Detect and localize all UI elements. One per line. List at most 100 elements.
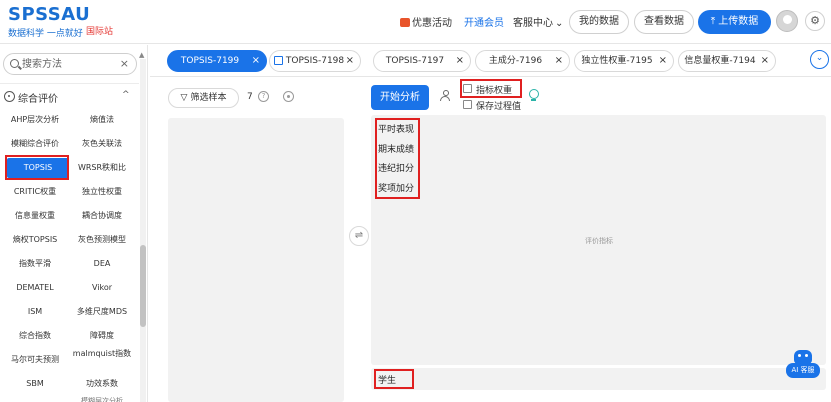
category-label: 综合评价 (18, 94, 58, 105)
method-item[interactable]: 熵值法 (71, 110, 133, 130)
upload-data-button[interactable]: ⤒ 上传数据 (698, 10, 771, 34)
category-icon (4, 91, 15, 102)
indicator-item[interactable]: 违纪扣分 (378, 161, 414, 174)
method-item[interactable]: 马尔可夫预测 (4, 350, 66, 370)
tab-topsis-7198[interactable]: TOPSIS-7198 × (269, 50, 361, 72)
indicator-item[interactable]: 期末成绩 (378, 142, 414, 155)
international-site-link[interactable]: 国际站 (86, 24, 113, 37)
service-label: 客服中心 (513, 18, 553, 29)
indicator-weight-checkbox[interactable] (463, 84, 472, 93)
close-icon[interactable]: × (761, 51, 769, 71)
method-item[interactable]: SBM (4, 374, 66, 394)
close-icon[interactable]: × (252, 51, 260, 71)
tab-pca-7196[interactable]: 主成分-7196 × (475, 50, 570, 72)
sample-name-panel[interactable] (371, 368, 826, 390)
tab-topsis-7197[interactable]: TOPSIS-7197 × (373, 50, 471, 72)
method-item[interactable]: 信息量权重 (4, 206, 66, 226)
promo-link[interactable]: 优惠活动 (400, 14, 452, 29)
scroll-up-icon[interactable]: ▲ (139, 51, 144, 59)
membership-link[interactable]: 开通会员 (464, 14, 504, 29)
close-icon[interactable]: × (456, 51, 464, 71)
ai-support-label: AI 客服 (786, 363, 820, 378)
indicator-placeholder: 评价指标 (585, 237, 613, 245)
view-data-button[interactable]: 查看数据 (634, 10, 694, 34)
tab-label: 主成分-7196 (488, 56, 543, 66)
indicator-item[interactable]: 平时表现 (378, 122, 414, 135)
method-item[interactable]: 灰色预测模型 (71, 230, 133, 250)
filter-sample-button[interactable]: ▽ 筛选样本 (168, 88, 239, 108)
funnel-icon: ▽ (180, 93, 188, 103)
divider (0, 83, 139, 84)
indicator-weight-label: 指标权重 (476, 86, 513, 96)
robot-icon (794, 350, 812, 364)
help-icon[interactable]: ? (258, 91, 269, 102)
close-icon[interactable]: × (346, 51, 354, 71)
top-header: SPSSAU 数据科学 一点就好 国际站 优惠活动 开通会员 客服中心 ⌄ 我的数… (0, 0, 831, 44)
tab-info-weight-7194[interactable]: 信息量权重-7194 × (678, 50, 776, 72)
method-item[interactable]: malmquist指数 (71, 348, 133, 372)
method-item[interactable]: DEA (71, 254, 133, 274)
method-item[interactable]: 多维尺度MDS (71, 302, 133, 322)
method-item[interactable]: 独立性权重 (71, 182, 133, 202)
swap-icon[interactable]: ⇌ (349, 226, 369, 246)
chevron-down-icon: ⌄ (555, 18, 564, 29)
tab-topsis-7199[interactable]: TOPSIS-7199 × (167, 50, 267, 72)
method-item[interactable]: 功效系数 (71, 374, 133, 394)
tab-label: TOPSIS-7197 (385, 56, 445, 66)
method-item[interactable]: CRITIC权重 (4, 182, 66, 202)
sidebar: × ▲ 综合评价 ^ AHP层次分析 熵值法 模糊综合评价 灰色关联法 TOPS… (0, 45, 148, 402)
app-root: SPSSAU 数据科学 一点就好 国际站 优惠活动 开通会员 客服中心 ⌄ 我的数… (0, 0, 831, 402)
upload-label: 上传数据 (718, 16, 759, 27)
my-data-button[interactable]: 我的数据 (569, 10, 629, 34)
close-icon[interactable]: × (555, 51, 563, 71)
service-center-menu[interactable]: 客服中心 ⌄ (513, 14, 563, 29)
chevron-down-icon[interactable]: ⌄ (810, 50, 829, 69)
tab-bar: TOPSIS-7199 × TOPSIS-7198 × TOPSIS-7197 … (150, 45, 831, 77)
lightbulb-icon[interactable] (528, 89, 539, 101)
method-item-selected[interactable]: TOPSIS (7, 158, 69, 178)
sample-count: 7 (247, 92, 253, 102)
method-item[interactable]: 耦合协调度 (71, 206, 133, 226)
sidebar-scroll-thumb[interactable] (140, 245, 146, 327)
search-icon (10, 59, 19, 68)
method-item[interactable]: 熵权TOPSIS (4, 230, 66, 250)
method-item[interactable]: 模糊综合评价 (4, 134, 66, 154)
tab-label: TOPSIS-7198 (285, 56, 345, 66)
method-item[interactable]: AHP层次分析 (4, 110, 66, 130)
gear-icon[interactable]: ⚙ (805, 11, 825, 31)
tab-label: TOPSIS-7199 (180, 56, 240, 66)
person-icon[interactable] (440, 90, 450, 101)
method-item[interactable]: 综合指数 (4, 326, 66, 346)
tab-independence-weight-7195[interactable]: 独立性权重-7195 × (574, 50, 674, 72)
method-item[interactable]: 灰色关联法 (71, 134, 133, 154)
save-process-label: 保存过程值 (476, 102, 522, 112)
method-item[interactable]: 障碍度 (71, 326, 133, 346)
indicator-item[interactable]: 奖项加分 (378, 181, 414, 194)
close-icon[interactable]: × (659, 51, 667, 71)
logo[interactable]: SPSSAU 数据科学 一点就好 (8, 4, 91, 40)
avatar[interactable] (776, 10, 798, 32)
method-item[interactable]: WRSR秩和比 (71, 158, 133, 178)
search-input[interactable] (22, 57, 118, 72)
clear-icon[interactable]: × (120, 57, 129, 70)
promo-label: 优惠活动 (412, 18, 452, 29)
method-item-partial[interactable]: 模糊层次分析 (71, 395, 133, 402)
upload-icon: ⤒ (710, 16, 716, 27)
filter-label: 筛选样本 (190, 93, 227, 103)
logo-text: SPSSAU (8, 4, 91, 25)
variable-list-panel[interactable] (168, 118, 344, 402)
start-analysis-button[interactable]: 开始分析 (371, 85, 429, 110)
ai-support-button[interactable]: AI 客服 (786, 350, 820, 381)
method-item[interactable]: ISM (4, 302, 66, 322)
method-item[interactable]: DEMATEL (4, 278, 66, 298)
method-item[interactable]: Vikor (71, 278, 133, 298)
chevron-up-icon: ^ (122, 90, 130, 100)
logo-slogan: 数据科学 一点就好 (8, 29, 83, 39)
category-header[interactable]: 综合评价 ^ (4, 90, 134, 105)
search-field[interactable]: × (3, 53, 137, 75)
save-process-checkbox[interactable] (463, 100, 472, 109)
sidebar-scrollbar[interactable] (140, 59, 146, 402)
radio-icon[interactable] (283, 91, 294, 102)
method-item[interactable]: 指数平滑 (4, 254, 66, 274)
sample-item[interactable]: 学生 (378, 373, 396, 386)
